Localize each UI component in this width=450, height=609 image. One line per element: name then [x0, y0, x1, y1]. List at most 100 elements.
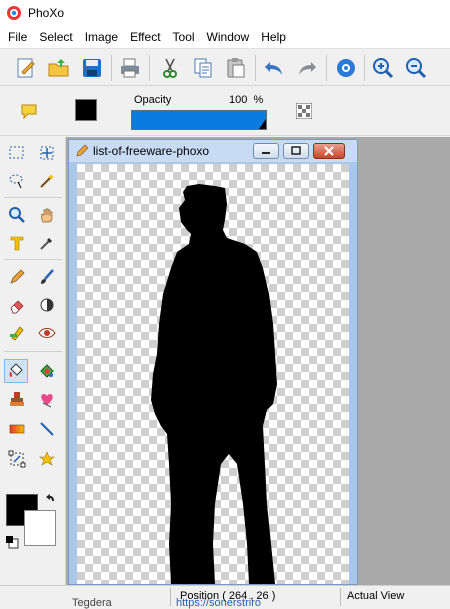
transform-tool[interactable] — [5, 447, 29, 471]
comment-icon — [21, 104, 37, 120]
magnifier-icon — [9, 207, 25, 223]
menu-select[interactable]: Select — [33, 26, 78, 48]
background-color-swatch[interactable] — [24, 510, 56, 546]
swap-arrows-icon — [46, 494, 54, 501]
pencil-icon — [10, 269, 25, 284]
half-circle-icon — [40, 298, 54, 312]
cut-button[interactable] — [156, 54, 184, 82]
menu-window[interactable]: Window — [201, 26, 256, 48]
clone-stamp-tool[interactable] — [5, 321, 29, 345]
document-title: list-of-freeware-phoxo — [93, 144, 210, 158]
zoom-out-button[interactable] — [402, 54, 430, 82]
swap-colors-button[interactable] — [44, 493, 56, 508]
title-bar: PhoXo — [0, 0, 450, 26]
silhouette-image — [151, 184, 277, 584]
heart-scissors-icon — [41, 394, 53, 408]
shape-color-swatch[interactable] — [75, 99, 97, 121]
transform-icon — [8, 450, 26, 468]
menu-image[interactable]: Image — [79, 26, 124, 48]
eraser-tool[interactable] — [5, 293, 29, 317]
new-button[interactable] — [12, 54, 40, 82]
lasso-tool[interactable] — [5, 169, 29, 193]
line-icon — [40, 422, 54, 436]
menu-effect[interactable]: Effect — [124, 26, 166, 48]
toolbox-separator — [4, 259, 62, 260]
redo-button[interactable] — [293, 54, 321, 82]
app-title: PhoXo — [28, 6, 65, 20]
effects-tool[interactable] — [35, 447, 59, 471]
view-mode: Actual View — [347, 590, 405, 602]
comment-button[interactable] — [20, 102, 38, 120]
brush-tool[interactable] — [35, 265, 59, 289]
cut-icon — [163, 58, 177, 78]
settings-button[interactable] — [332, 54, 360, 82]
status-separator — [340, 588, 341, 606]
status-separator — [170, 588, 171, 606]
image-canvas[interactable] — [77, 164, 349, 584]
gradient-icon — [9, 424, 25, 434]
print-button[interactable] — [116, 54, 144, 82]
behind-window-text: Tegdera — [72, 597, 112, 609]
menu-tool[interactable]: Tool — [167, 26, 201, 48]
stamp-tool[interactable] — [5, 387, 29, 411]
save-button[interactable] — [78, 54, 106, 82]
line-tool[interactable] — [35, 417, 59, 441]
restore-button[interactable] — [283, 143, 309, 159]
stamp-icon — [10, 392, 24, 406]
rect-select-icon — [9, 146, 24, 159]
sparkle-star-icon — [39, 451, 55, 466]
zoom-tool[interactable] — [5, 203, 29, 227]
brush-icon — [41, 269, 54, 284]
default-colors-icon — [6, 536, 19, 549]
open-button[interactable] — [45, 54, 73, 82]
default-colors-button[interactable] — [5, 535, 19, 549]
main-toolbar — [0, 48, 450, 86]
pencil-tool[interactable] — [5, 265, 29, 289]
magic-wand-tool[interactable] — [35, 169, 59, 193]
checkerboard-icon — [295, 102, 313, 120]
heart-shape-tool[interactable] — [35, 387, 59, 411]
minimize-button[interactable] — [253, 143, 279, 159]
red-eye-tool[interactable] — [35, 321, 59, 345]
paste-button[interactable] — [222, 54, 250, 82]
copy-button[interactable] — [189, 54, 217, 82]
opacity-slider[interactable] — [131, 110, 267, 130]
paint-bucket-icon — [9, 363, 23, 377]
toolbar-separator — [111, 55, 112, 81]
dodge-burn-tool[interactable] — [35, 293, 59, 317]
gradient-tool[interactable] — [5, 417, 29, 441]
undo-button[interactable] — [260, 54, 288, 82]
phoxo-logo-icon — [7, 6, 21, 20]
document-window[interactable]: list-of-freeware-phoxo — [68, 139, 358, 585]
opacity-slider-thumb[interactable] — [259, 119, 266, 129]
print-icon — [121, 58, 139, 78]
eyedropper-tool[interactable] — [35, 231, 59, 255]
eye-icon — [38, 328, 56, 338]
close-button[interactable] — [313, 143, 345, 159]
restore-icon — [291, 146, 301, 155]
opacity-label: Opacity — [134, 94, 172, 106]
toolbox-separator — [4, 351, 62, 352]
hand-tool[interactable] — [35, 203, 59, 227]
move-tool[interactable] — [35, 141, 59, 165]
open-icon — [48, 59, 69, 77]
zoom-in-button[interactable] — [369, 54, 397, 82]
text-tool[interactable] — [5, 231, 29, 255]
minimize-icon — [262, 152, 270, 154]
pencil-icon — [76, 144, 89, 157]
move-icon — [40, 146, 54, 160]
document-titlebar[interactable]: list-of-freeware-phoxo — [69, 140, 357, 162]
gradient-fill-tool[interactable] — [35, 359, 59, 383]
settings-icon — [337, 59, 355, 77]
toolbar-separator — [326, 55, 327, 81]
menu-help[interactable]: Help — [255, 26, 292, 48]
transparency-toggle[interactable] — [295, 102, 313, 120]
fill-tool[interactable] — [4, 359, 28, 383]
rect-select-tool[interactable] — [5, 141, 29, 165]
toolbox-separator — [4, 197, 62, 198]
new-icon — [17, 58, 35, 78]
magic-wand-icon — [40, 174, 54, 188]
menu-file[interactable]: File — [2, 26, 33, 48]
close-icon — [324, 146, 334, 156]
copy-icon — [194, 58, 212, 78]
